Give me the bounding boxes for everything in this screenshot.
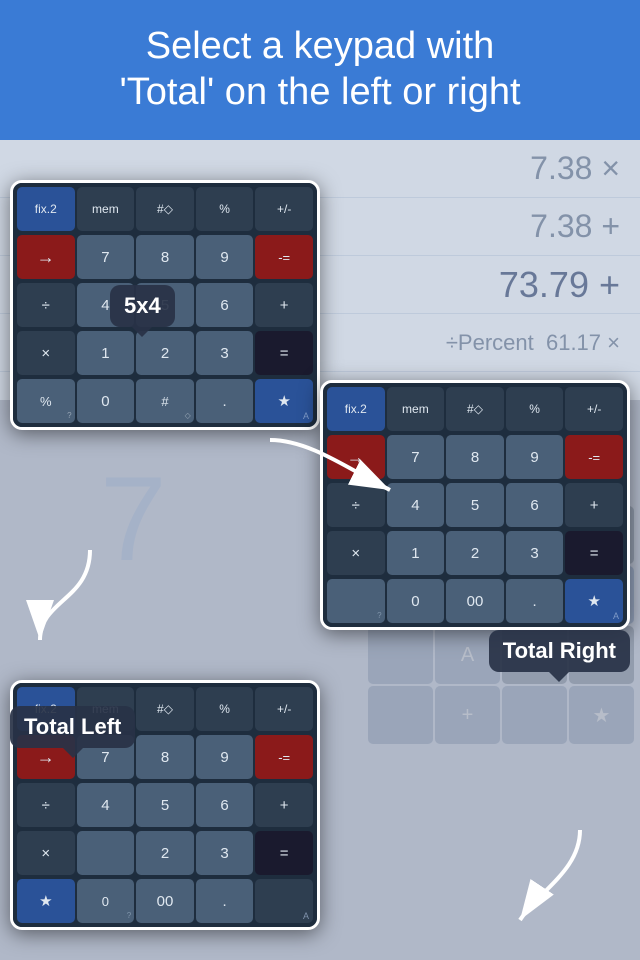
key-2-bl[interactable]: 2 bbox=[136, 831, 194, 875]
key-9-tl[interactable]: 9 bbox=[196, 235, 254, 279]
key-6-bl[interactable]: 6 bbox=[196, 783, 254, 827]
key-dot-tl[interactable]: . bbox=[196, 379, 254, 423]
key-plus-tl[interactable]: + bbox=[255, 283, 313, 327]
header-text: Select a keypad with 'Total' on the left… bbox=[119, 24, 520, 115]
key-plus-r[interactable]: + bbox=[565, 483, 623, 527]
key-eq-r[interactable]: = bbox=[565, 531, 623, 575]
tooltip-total-right: Total Right bbox=[489, 630, 630, 672]
key-dot-bl[interactable]: . bbox=[196, 879, 254, 923]
key-eq-tl[interactable]: = bbox=[255, 331, 313, 375]
key-5-bl[interactable]: 5 bbox=[136, 783, 194, 827]
tooltip-total-left: Total Left bbox=[10, 706, 135, 748]
key-3-bl[interactable]: 3 bbox=[196, 831, 254, 875]
tooltip-5x4: 5x4 bbox=[110, 285, 175, 327]
key-fix2-top[interactable]: fix.2 bbox=[17, 187, 75, 231]
key-9-r[interactable]: 9 bbox=[506, 435, 564, 479]
key-4-bl[interactable]: 4 bbox=[77, 783, 135, 827]
key-arrow-tl[interactable]: → bbox=[17, 235, 75, 279]
key-6-tl[interactable]: 6 bbox=[196, 283, 254, 327]
key-2-tl[interactable]: 2 bbox=[136, 331, 194, 375]
key-1-r[interactable]: 1 bbox=[387, 531, 445, 575]
arrow-right-connector bbox=[250, 420, 410, 520]
key-pct-top[interactable]: % bbox=[196, 187, 254, 231]
key-0-bl[interactable]: ?0 bbox=[77, 879, 135, 923]
key-1-tl[interactable]: 1 bbox=[77, 331, 135, 375]
key-pct-bl[interactable]: % bbox=[196, 687, 254, 731]
key-q-r[interactable]: ? bbox=[327, 579, 385, 623]
key-5-r[interactable]: 5 bbox=[446, 483, 504, 527]
key-mem-top[interactable]: mem bbox=[77, 187, 135, 231]
key-7-tl[interactable]: 7 bbox=[77, 235, 135, 279]
key-hash-top[interactable]: #◇ bbox=[136, 187, 194, 231]
key-plusminus-r[interactable]: +/- bbox=[565, 387, 623, 431]
key-0-tl[interactable]: 0 bbox=[77, 379, 135, 423]
key-3-tl[interactable]: 3 bbox=[196, 331, 254, 375]
key-6-r[interactable]: 6 bbox=[506, 483, 564, 527]
key-8-bl[interactable]: 8 bbox=[136, 735, 194, 779]
key-equals-r[interactable]: -= bbox=[565, 435, 623, 479]
key-8-tl[interactable]: 8 bbox=[136, 235, 194, 279]
key-equals-bl[interactable]: -= bbox=[255, 735, 313, 779]
key-00-r[interactable]: 00 bbox=[446, 579, 504, 623]
key-a-bl[interactable]: A bbox=[255, 879, 313, 923]
key-star-bl[interactable]: ★ bbox=[17, 879, 75, 923]
key-plus-bl[interactable]: + bbox=[255, 783, 313, 827]
key-hash2-tl[interactable]: #◇ bbox=[136, 379, 194, 423]
key-3-r[interactable]: 3 bbox=[506, 531, 564, 575]
key-star-tl[interactable]: A★ bbox=[255, 379, 313, 423]
key-e2-bl[interactable] bbox=[77, 831, 135, 875]
key-8-r[interactable]: 8 bbox=[446, 435, 504, 479]
header: Select a keypad with 'Total' on the left… bbox=[0, 0, 640, 140]
key-9-bl[interactable]: 9 bbox=[196, 735, 254, 779]
key-hash-r[interactable]: #◇ bbox=[446, 387, 504, 431]
key-pct2-tl[interactable]: %? bbox=[17, 379, 75, 423]
key-2-r[interactable]: 2 bbox=[446, 531, 504, 575]
key-mul-bl[interactable]: × bbox=[17, 831, 75, 875]
arrow-left-connector bbox=[10, 540, 130, 660]
key-00-bl[interactable]: 00 bbox=[136, 879, 194, 923]
key-mul-r[interactable]: × bbox=[327, 531, 385, 575]
key-pct-r[interactable]: % bbox=[506, 387, 564, 431]
arrow-bottom-connector bbox=[490, 820, 610, 940]
key-div-tl[interactable]: ÷ bbox=[17, 283, 75, 327]
key-dot-r[interactable]: . bbox=[506, 579, 564, 623]
main-area: fix.2 mem #◇ % +/- → 7 8 9 -= ÷ 4 5 6 + … bbox=[0, 140, 640, 960]
key-mul-tl[interactable]: × bbox=[17, 331, 75, 375]
key-plusminus-bl[interactable]: +/- bbox=[255, 687, 313, 731]
key-hash-bl[interactable]: #◇ bbox=[136, 687, 194, 731]
key-div-bl[interactable]: ÷ bbox=[17, 783, 75, 827]
key-eq-bl[interactable]: = bbox=[255, 831, 313, 875]
key-equals-tl[interactable]: -= bbox=[255, 235, 313, 279]
key-0-r[interactable]: 0 bbox=[387, 579, 445, 623]
key-star-r[interactable]: A★ bbox=[565, 579, 623, 623]
key-plusminus-top[interactable]: +/- bbox=[255, 187, 313, 231]
